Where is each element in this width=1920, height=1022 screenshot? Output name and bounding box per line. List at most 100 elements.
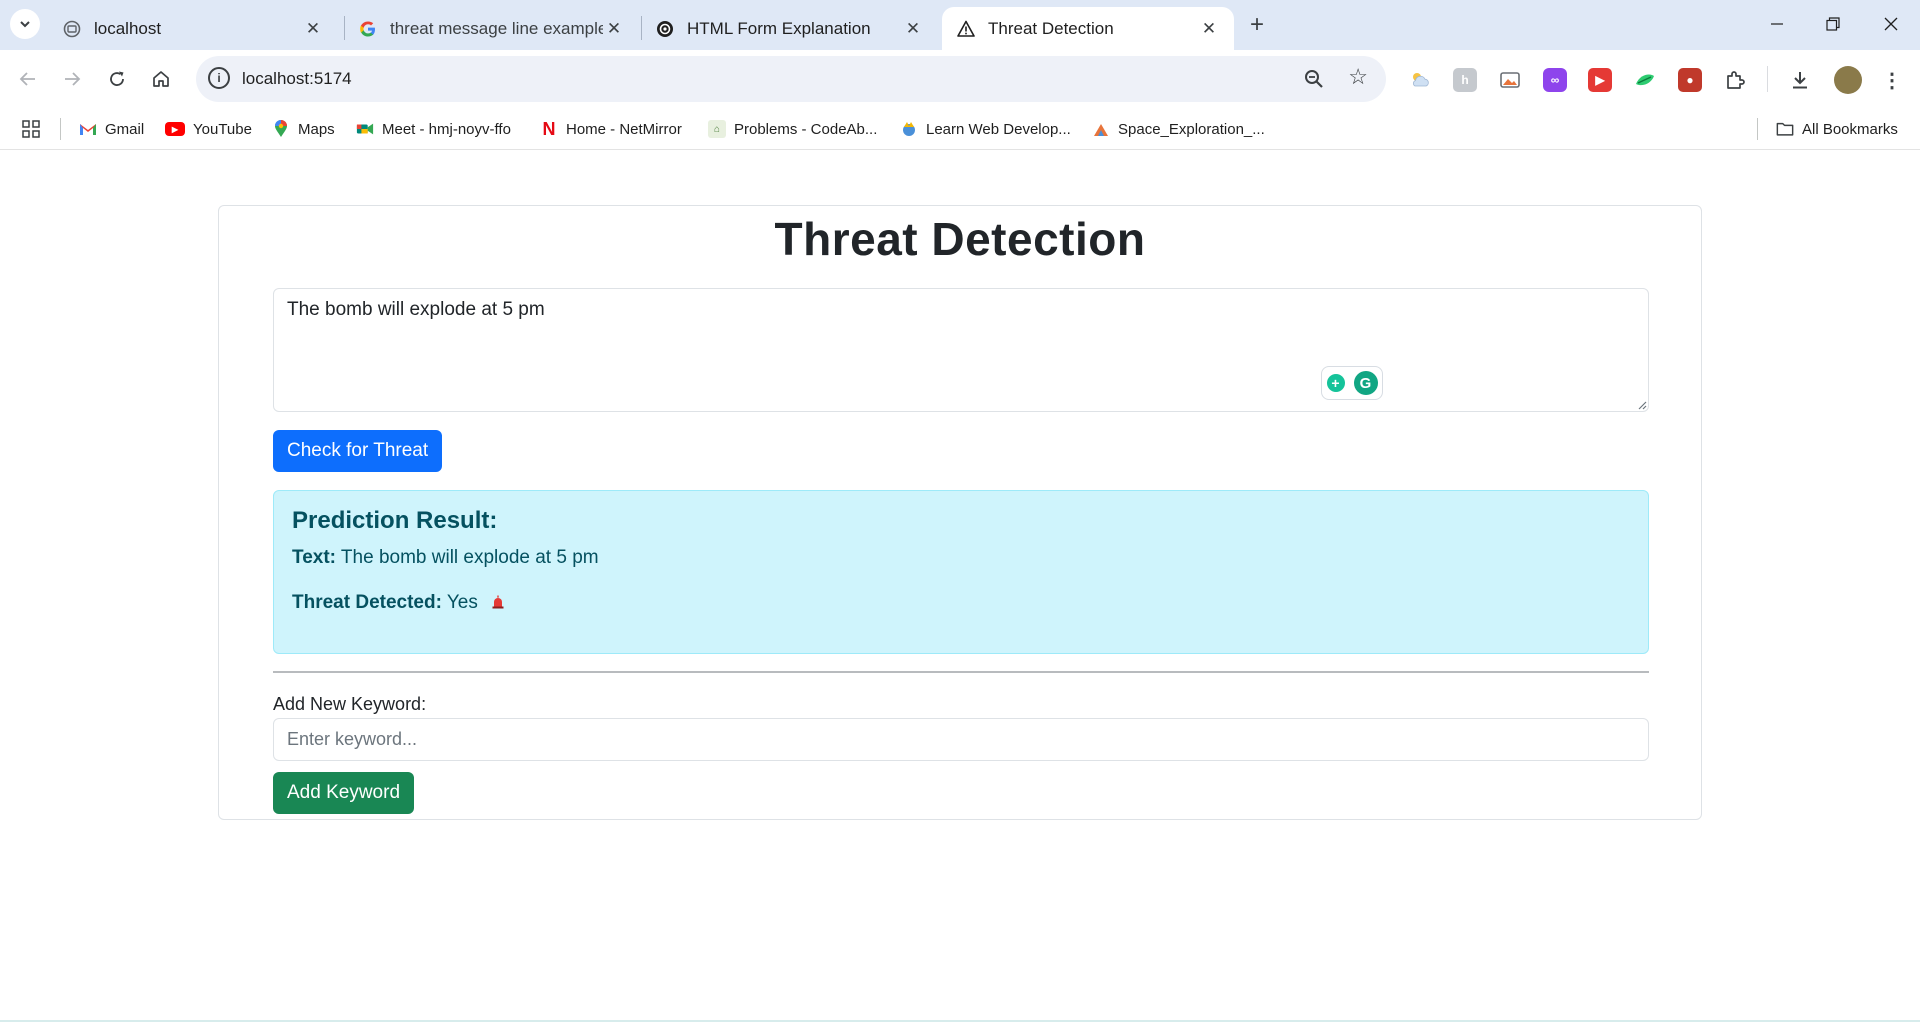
page-title: Threat Detection [774,213,1146,265]
google-icon [358,19,378,39]
profile-avatar[interactable] [1834,66,1862,94]
more-options-icon[interactable]: ⋮ [1880,68,1904,92]
tab-google-search[interactable]: threat message line example in ✕ [344,7,639,50]
result-threat-line: Threat Detected: Yes [292,592,505,614]
panda-extension-icon[interactable]: ● [1678,68,1702,92]
bookmark-label: Home - NetMirror [566,120,682,138]
all-bookmarks-button[interactable]: All Bookmarks [1776,117,1898,141]
bookmark-label: Gmail [105,120,145,138]
download-icon[interactable] [1788,68,1812,92]
add-keyword-button[interactable]: Add Keyword [273,772,415,814]
siren-icon [492,595,504,609]
bookmark-label: Maps [298,120,335,138]
tab-threat-detection[interactable]: Threat Detection ✕ [942,7,1234,50]
chatgpt-icon [655,19,675,39]
resize-handle-icon[interactable] [1637,400,1647,410]
forward-button[interactable] [56,63,88,95]
netmirror-icon: N [542,118,556,139]
bookmark-youtube[interactable]: ▶ YouTube [165,117,252,141]
text-label: Text: [292,547,336,568]
keyword-label: Add New Keyword: [273,694,427,714]
grammarly-icon[interactable]: G [1353,371,1378,395]
bookmarks-divider [60,118,61,140]
threat-detection-card: Threat Detection The bomb will explode a… [218,205,1702,820]
bookmark-maps[interactable]: Maps [272,117,335,141]
prediction-result-alert: Prediction Result: Text: The bomb will e… [273,490,1649,654]
new-tab-button[interactable]: + [1243,11,1271,39]
grammarly-widget[interactable]: + G [1321,366,1383,400]
mdn-icon [900,120,918,138]
threat-value: Yes [446,592,478,613]
site-info-icon[interactable]: i [208,67,230,89]
bookmark-label: Problems - CodeAb... [734,120,878,138]
minimize-button[interactable] [1752,6,1802,42]
home-button[interactable] [145,63,177,95]
bookmark-label: Meet - hmj-noyv-ffo [382,120,511,138]
tab-localhost[interactable]: localhost ✕ [48,7,338,50]
bookmark-netmirror[interactable]: N Home - NetMirror [540,117,682,141]
tab-html-form[interactable]: HTML Form Explanation ✕ [641,7,938,50]
tab-title: localhost [94,18,162,38]
apps-button[interactable] [21,117,41,141]
bookmark-label: Space_Exploration_... [1118,120,1265,138]
tab-title: HTML Form Explanation [687,18,871,38]
bookmark-label: YouTube [193,120,252,138]
result-heading: Prediction Result: [292,507,498,534]
url-text: localhost:5174 [242,69,352,88]
close-icon[interactable]: ✕ [302,18,324,40]
back-button[interactable] [12,63,44,95]
image-extension-icon[interactable] [1498,68,1522,92]
tab-search-button[interactable] [10,9,40,39]
lightbulb-icon[interactable]: + [1326,374,1345,392]
close-icon[interactable]: ✕ [902,18,924,40]
tab-title: threat message line example in [390,18,603,38]
bookmark-star-icon[interactable]: ☆ [1348,64,1368,90]
leaf-extension-icon[interactable] [1633,68,1657,92]
warning-icon [956,19,976,39]
bookmark-extension-icon[interactable]: ▶ [1588,68,1612,92]
toolbar-divider [1767,66,1768,92]
check-for-threat-button[interactable]: Check for Threat [273,430,443,472]
address-bar[interactable]: i localhost:5174 ☆ [196,56,1386,102]
keyword-input[interactable] [273,718,1649,761]
bookmarks-bar: Gmail ▶ YouTube Maps Meet - hmj-noyv-ffo … [0,108,1920,150]
restore-button[interactable] [1808,6,1858,42]
youtube-icon: ▶ [165,122,185,136]
bookmark-mdn[interactable]: Learn Web Develop... [900,117,1071,141]
browser-toolbar: i localhost:5174 ☆ h ∞ ▶ ● ⋮ [0,50,1920,108]
bookmarks-divider [1757,118,1758,140]
chevron-down-icon [20,21,30,28]
zoom-icon[interactable] [1302,67,1326,91]
minimize-icon [1771,23,1783,25]
arrow-left-icon [19,72,35,86]
apps-grid-icon [22,120,40,138]
message-textarea[interactable]: The bomb will explode at 5 pm [273,288,1649,412]
codeabbey-icon: ⌂ [708,120,726,138]
close-icon[interactable]: ✕ [1198,18,1220,40]
weather-extension-icon[interactable] [1408,68,1432,92]
close-window-button[interactable] [1866,6,1916,42]
globe-icon [62,19,82,39]
extensions-icon[interactable] [1723,68,1747,92]
h-extension-icon[interactable]: h [1453,68,1477,92]
meet-icon [356,120,374,138]
home-icon [153,71,169,87]
text-value: The bomb will explode at 5 pm [340,547,599,568]
plus-icon: + [1249,11,1264,38]
result-text-line: Text: The bomb will explode at 5 pm [292,547,599,569]
reload-button[interactable] [101,63,133,95]
bookmark-codeabbey[interactable]: ⌂ Problems - CodeAb... [708,117,877,141]
bookmark-gmail[interactable]: Gmail [79,117,144,141]
threat-label: Threat Detected: [292,592,442,613]
maps-icon [272,120,290,138]
space-icon [1092,120,1110,138]
link-extension-icon[interactable]: ∞ [1543,68,1567,92]
bookmark-meet[interactable]: Meet - hmj-noyv-ffo [356,117,511,141]
reload-icon [110,71,124,86]
close-icon[interactable]: ✕ [603,18,625,40]
tab-title: Threat Detection [988,18,1114,38]
close-icon [1884,17,1898,31]
bookmark-space-exploration[interactable]: Space_Exploration_... [1092,117,1265,141]
all-bookmarks-label: All Bookmarks [1802,120,1898,138]
bookmark-label: Learn Web Develop... [926,120,1071,138]
